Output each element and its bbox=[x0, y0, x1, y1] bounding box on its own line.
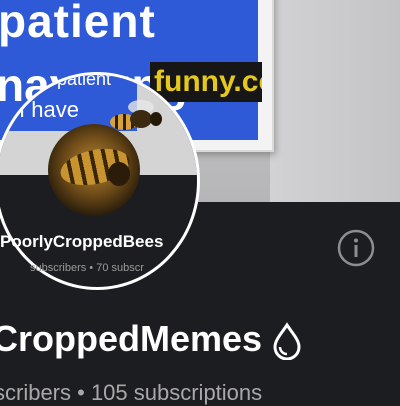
banner-background bbox=[270, 0, 400, 202]
inset-text-1: patient bbox=[57, 72, 112, 89]
inset-channel-name: PoorlyCroppedBees bbox=[0, 232, 164, 251]
banner-text-line1: patient bbox=[0, 0, 156, 47]
bee-icon bbox=[110, 100, 172, 140]
inset-text-2: I have bbox=[19, 97, 79, 122]
bee-head bbox=[108, 162, 130, 186]
verified-drop-icon bbox=[270, 322, 304, 361]
inset-channel-stats: subscribers • 70 subscr bbox=[30, 262, 144, 274]
info-icon[interactable] bbox=[336, 228, 376, 268]
subscriber-stats: scribers • 105 subscriptions bbox=[0, 380, 263, 405]
channel-title: CroppedMemes bbox=[0, 318, 263, 359]
